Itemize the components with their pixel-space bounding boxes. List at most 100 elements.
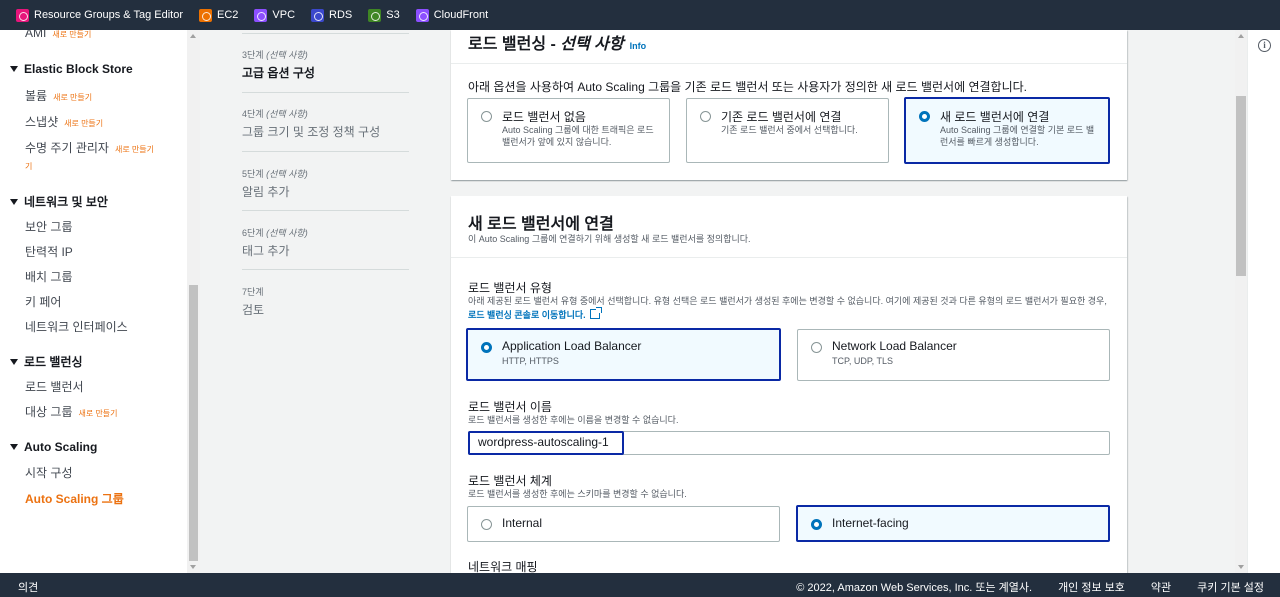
step-divider	[242, 151, 409, 152]
step-title: 그룹 크기 및 조정 정책 구성	[242, 125, 381, 139]
scrollbar-thumb[interactable]	[1236, 96, 1246, 276]
main-scrollbar[interactable]	[1235, 30, 1247, 573]
option-existing-load-balancer[interactable]: 기존 로드 밸런서에 연결 기존 로드 밸런서 중에서 선택합니다.	[686, 98, 889, 163]
nav-item-key-pairs[interactable]: 키 페어	[25, 293, 61, 310]
caret-down-icon	[10, 198, 18, 205]
favorite-rds[interactable]: RDS	[311, 8, 352, 22]
favorites-bar: Resource Groups & Tag Editor EC2 VPC RDS…	[0, 0, 1280, 30]
radio-button-selected[interactable]	[811, 519, 822, 530]
step-7[interactable]: 7단계 검토	[242, 285, 409, 318]
lb-console-link[interactable]: 로드 밸런싱 콘솔로 이동합니다.	[468, 310, 586, 320]
nav-item-security-groups[interactable]: 보안 그룹	[25, 218, 73, 235]
divider	[451, 63, 1127, 64]
lb-scheme-description: 로드 밸런서를 생성한 후에는 스키마를 변경할 수 없습니다.	[468, 489, 687, 499]
step-divider	[242, 210, 409, 211]
radio-button-selected[interactable]	[481, 342, 492, 353]
new-badge: 새로 만들기	[114, 145, 154, 154]
nav-item-ami[interactable]: AMI 새로 만들기	[25, 30, 91, 40]
nav-section-ebs[interactable]: Elastic Block Store	[10, 62, 133, 76]
nav-item-snapshots[interactable]: 스냅샷 새로 만들기	[25, 113, 103, 130]
step-6[interactable]: 6단계 (선택 사항) 태그 추가	[242, 226, 409, 259]
wizard-steps: 3단계 (선택 사항) 고급 옵션 구성 4단계 (선택 사항) 그룹 크기 및…	[200, 30, 445, 573]
feedback-link[interactable]: 의견	[18, 579, 38, 595]
privacy-link[interactable]: 개인 정보 보호	[1058, 579, 1125, 595]
terms-link[interactable]: 약관	[1151, 579, 1171, 595]
option-network-load-balancer[interactable]: Network Load Balancer TCP, UDP, TLS	[797, 329, 1110, 381]
help-panel-rail: i	[1247, 30, 1280, 573]
option-application-load-balancer[interactable]: Application Load Balancer HTTP, HTTPS	[466, 328, 781, 381]
lb-name-description: 로드 밸런서를 생성한 후에는 이름을 변경할 수 없습니다.	[468, 415, 679, 425]
cloudfront-icon	[415, 8, 429, 22]
panel-header: 로드 밸런싱 - 선택 사항 Info	[468, 36, 647, 53]
s3-icon	[368, 8, 382, 22]
nav-item-load-balancers[interactable]: 로드 밸런서	[25, 378, 84, 395]
radio-button[interactable]	[481, 111, 492, 122]
lb-name-field-wrapper	[468, 431, 1110, 455]
nav-section-auto-scaling[interactable]: Auto Scaling	[10, 440, 97, 454]
vpc-icon	[254, 8, 268, 22]
step-title: 고급 옵션 구성	[242, 66, 315, 80]
scroll-up-arrow-icon[interactable]	[190, 34, 196, 38]
nav-item-network-interfaces[interactable]: 네트워크 인터페이스	[25, 318, 128, 335]
resource-groups-icon	[16, 8, 29, 22]
favorite-ec2[interactable]: EC2	[198, 8, 238, 22]
sidenav-scrollbar[interactable]	[187, 30, 200, 573]
new-load-balancer-panel: 새 로드 밸런서에 연결 이 Auto Scaling 그룹에 연결하기 위해 …	[451, 196, 1127, 576]
caret-down-icon	[10, 358, 18, 365]
radio-button-selected[interactable]	[919, 111, 930, 122]
option-no-load-balancer[interactable]: 로드 밸런서 없음 Auto Scaling 그룹에 대한 트래픽은 로드 밸런…	[467, 98, 670, 163]
radio-button[interactable]	[811, 342, 822, 353]
external-link-icon	[589, 307, 602, 319]
lb-name-input[interactable]	[478, 435, 1078, 449]
radio-button[interactable]	[700, 111, 711, 122]
nav-item-auto-scaling-groups[interactable]: Auto Scaling 그룹	[25, 490, 124, 507]
new-badge: 새로 만들기	[53, 93, 93, 102]
favorite-resource-groups[interactable]: Resource Groups & Tag Editor	[16, 8, 183, 22]
nav-item-lifecycle-manager[interactable]: 수명 주기 관리자 새로 만들기	[25, 139, 154, 156]
new-badge-tail: 기	[25, 162, 33, 171]
favorite-cloudfront[interactable]: CloudFront	[415, 8, 488, 22]
new-badge: 새로 만들기	[52, 30, 92, 39]
panel-description: 아래 옵션을 사용하여 Auto Scaling 그룹을 기존 로드 밸런서 또…	[468, 80, 1027, 94]
option-new-load-balancer[interactable]: 새 로드 밸런서에 연결 Auto Scaling 그룹에 연결할 기본 로드 …	[904, 97, 1110, 164]
scroll-down-arrow-icon[interactable]	[1238, 565, 1244, 569]
cookie-preferences-link[interactable]: 쿠키 기본 설정	[1197, 579, 1264, 595]
step-divider	[242, 269, 409, 270]
nav-item-launch-configurations[interactable]: 시작 구성	[25, 464, 73, 481]
nav-section-load-balancing[interactable]: 로드 밸런싱	[10, 353, 83, 370]
nav-item-target-groups[interactable]: 대상 그룹 새로 만들기	[25, 403, 118, 420]
caret-down-icon	[10, 66, 18, 72]
step-4[interactable]: 4단계 (선택 사항) 그룹 크기 및 조정 정책 구성	[242, 107, 409, 140]
info-icon[interactable]: i	[1258, 39, 1271, 52]
step-title: 태그 추가	[242, 244, 290, 258]
footer: 의견 © 2022, Amazon Web Services, Inc. 또는 …	[0, 573, 1280, 597]
step-title: 알림 추가	[242, 185, 290, 199]
nav-item-placement-groups[interactable]: 배치 그룹	[25, 268, 73, 285]
step-divider	[242, 33, 409, 34]
copyright-text: © 2022, Amazon Web Services, Inc. 또는 계열사…	[796, 582, 1033, 594]
radio-button[interactable]	[481, 519, 492, 530]
nav-item-volumes[interactable]: 볼륨 새로 만들기	[25, 87, 92, 104]
new-badge: 새로 만들기	[64, 119, 104, 128]
favorite-vpc[interactable]: VPC	[254, 8, 295, 22]
favorite-s3[interactable]: S3	[368, 8, 400, 22]
info-link[interactable]: Info	[630, 41, 647, 51]
option-internet-facing[interactable]: Internet-facing	[796, 505, 1110, 542]
divider	[451, 257, 1127, 258]
nav-section-network-security[interactable]: 네트워크 및 보안	[10, 193, 108, 210]
option-internal[interactable]: Internal	[467, 506, 780, 542]
panel-title: 새 로드 밸런서에 연결	[468, 216, 614, 233]
ec2-icon	[198, 8, 212, 22]
caret-down-icon	[10, 444, 18, 450]
scroll-up-arrow-icon[interactable]	[1238, 34, 1244, 38]
side-navigation: AMI 새로 만들기 Elastic Block Store 볼륨 새로 만들기 스…	[0, 30, 187, 573]
scrollbar-thumb[interactable]	[189, 285, 198, 561]
step-title: 검토	[242, 303, 265, 317]
scroll-down-arrow-icon[interactable]	[190, 565, 196, 569]
step-3[interactable]: 3단계 (선택 사항) 고급 옵션 구성	[242, 48, 409, 81]
nav-item-elastic-ip[interactable]: 탄력적 IP	[25, 243, 73, 260]
step-5[interactable]: 5단계 (선택 사항) 알림 추가	[242, 167, 409, 200]
panel-subtitle: 이 Auto Scaling 그룹에 연결하기 위해 생성할 새 로드 밸런서를…	[468, 234, 751, 244]
footer-links: © 2022, Amazon Web Services, Inc. 또는 계열사…	[796, 579, 1264, 595]
step-divider	[242, 92, 409, 93]
